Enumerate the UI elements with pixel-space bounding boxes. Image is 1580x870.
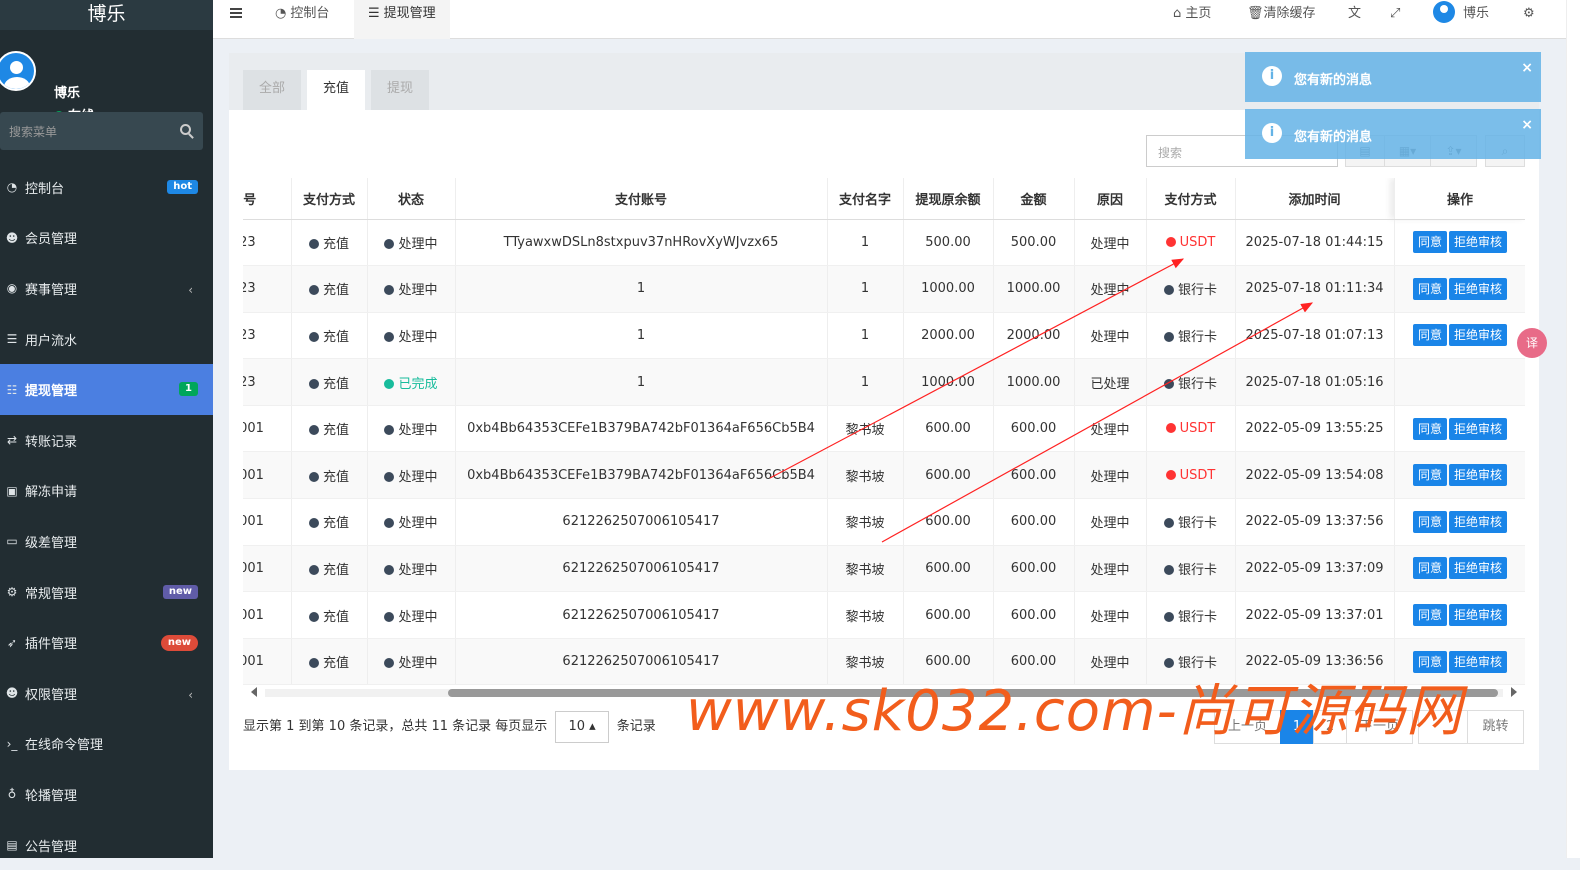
- watermark: www.sk032.com-尚可源码网: [686, 679, 1463, 744]
- annotation-arrow: [881, 302, 1314, 543]
- translate-icon[interactable]: 译: [1517, 328, 1547, 358]
- right-edge-bar: [1566, 0, 1580, 858]
- annotation-arrow: [769, 258, 1185, 479]
